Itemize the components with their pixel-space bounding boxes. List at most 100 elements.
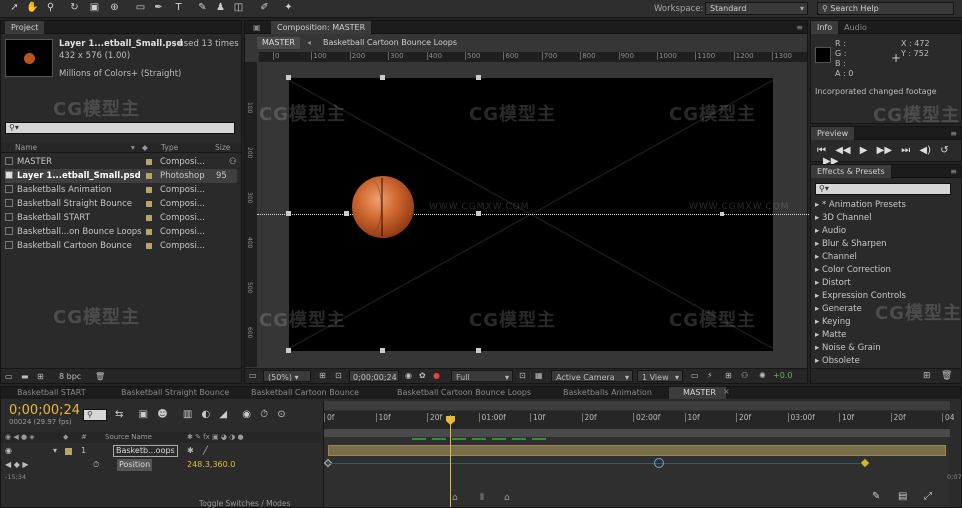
- column-name[interactable]: Name: [15, 142, 37, 153]
- frame-blending-icon[interactable]: ▥: [183, 409, 192, 420]
- layer-name[interactable]: Basketb...oops: [113, 445, 178, 457]
- effect-category[interactable]: ▸ Blur & Sharpen: [815, 238, 887, 251]
- transparency-grid-icon[interactable]: ▦: [535, 369, 543, 382]
- effect-category[interactable]: ▸ Audio: [815, 225, 846, 238]
- puppet-pin-tool-icon[interactable]: ✦: [282, 1, 295, 14]
- fast-previews-icon[interactable]: ⚡: [707, 369, 713, 382]
- effect-category[interactable]: ▸ Generate: [815, 303, 862, 316]
- toggle-switches-modes[interactable]: Toggle Switches / Modes: [199, 499, 290, 508]
- position-keyframe-end[interactable]: [860, 458, 870, 468]
- layer-handle[interactable]: [380, 348, 385, 353]
- keyframe-navigator-icon[interactable]: ◀ ◆ ▶: [5, 459, 29, 471]
- breadcrumb-master[interactable]: MASTER: [257, 37, 300, 49]
- draft-3d-icon[interactable]: ▣: [139, 409, 148, 420]
- tab-preview[interactable]: Preview: [811, 127, 855, 140]
- exposure-icon[interactable]: ✺: [759, 369, 766, 382]
- comp-button-icon[interactable]: ▤: [898, 491, 907, 502]
- rotate-tool-icon[interactable]: ↻: [68, 1, 81, 14]
- stopwatch-icon[interactable]: ⏱: [93, 459, 99, 471]
- time-ruler[interactable]: 0f 10f 20f 01:00f 10f 20f 02:00f 10f 20f 03:00f 10…: [324, 411, 955, 429]
- effect-category[interactable]: ▸ Channel: [815, 251, 857, 264]
- panel-menu-icon[interactable]: ≡: [796, 21, 803, 34]
- previous-frame-icon[interactable]: ◀◀: [835, 145, 850, 156]
- tab-info[interactable]: Info: [811, 21, 839, 34]
- layer-handle[interactable]: [286, 348, 291, 353]
- stopwatch-icon[interactable]: ⏱: [260, 409, 268, 420]
- tab-master[interactable]: MASTER: [669, 387, 726, 399]
- mute-audio-icon[interactable]: ◀): [919, 145, 931, 156]
- hand-tool-icon[interactable]: ✋: [26, 1, 39, 14]
- selection-tool-icon[interactable]: ➚: [8, 1, 21, 14]
- live-update-icon[interactable]: ⊙: [277, 409, 285, 420]
- magnification-select[interactable]: (50%) ▾: [263, 370, 311, 382]
- list-item[interactable]: Basketballs Animation Composi...: [5, 183, 237, 197]
- expand-arrow-icon[interactable]: ▾: [53, 445, 57, 457]
- tab-basketball-straight-bounce[interactable]: Basketball Straight Bounce: [107, 387, 229, 399]
- zoom-tool-icon[interactable]: ⚲: [44, 1, 57, 14]
- last-frame-icon[interactable]: ⏭: [901, 145, 910, 156]
- keyframe-point[interactable]: [720, 212, 724, 216]
- first-frame-icon[interactable]: ⏮: [817, 145, 826, 156]
- zoom-slider-icon[interactable]: ⦀: [480, 493, 484, 503]
- effect-category[interactable]: ▸ Noise & Grain: [815, 342, 881, 355]
- region-of-interest-icon[interactable]: ⊡: [519, 369, 526, 382]
- interpret-footage-icon[interactable]: ▭: [5, 369, 13, 384]
- tab-basketball-start[interactable]: Basketball START: [3, 387, 86, 399]
- tab-audio[interactable]: Audio: [838, 21, 873, 34]
- work-area-bar[interactable]: [324, 429, 950, 437]
- always-preview-icon[interactable]: ▭: [249, 369, 257, 382]
- layer-handle[interactable]: [476, 348, 481, 353]
- list-item[interactable]: Basketball...on Bounce Loops Composi...: [5, 225, 237, 239]
- quality-icon[interactable]: ╱: [203, 445, 208, 457]
- roto-brush-tool-icon[interactable]: ✐: [258, 1, 271, 14]
- layer-duration-bar[interactable]: [328, 445, 946, 456]
- composition-viewer[interactable]: CG模型主 CG模型主 CG模型主 CG模型主 CG模型主 CG模型主 WWW.…: [257, 75, 817, 353]
- layer-handle[interactable]: [286, 211, 291, 216]
- list-item[interactable]: Basketball START Composi...: [5, 211, 237, 225]
- flowchart-icon[interactable]: ⚇: [741, 369, 748, 382]
- trash-icon[interactable]: 🗑: [95, 369, 105, 384]
- hide-shy-layers-icon[interactable]: ☻: [157, 409, 167, 420]
- safe-zones-icon[interactable]: ⊞: [319, 369, 326, 382]
- play-icon[interactable]: ▶: [860, 145, 868, 156]
- motion-blur-icon[interactable]: ◐: [201, 409, 210, 420]
- current-time-display[interactable]: 0;00;00;24: [349, 370, 399, 382]
- view-layout-select[interactable]: 1 View ▾: [637, 370, 683, 382]
- effect-category[interactable]: ▸ 3D Channel: [815, 212, 872, 225]
- expand-icon[interactable]: ⤢: [924, 491, 932, 502]
- effect-category[interactable]: ▸ Distort: [815, 277, 851, 290]
- list-item-selected[interactable]: Layer 1...etball_Small.psd Photoshop 95: [5, 169, 237, 183]
- property-row[interactable]: ◀ ◆ ▶ ⏱ Position 248.3,360.0: [1, 459, 321, 471]
- brainstorm-icon[interactable]: ◉: [242, 409, 251, 420]
- new-preset-icon[interactable]: ⊞: [923, 369, 931, 384]
- tab-basketball-cartoon-bounce-loops[interactable]: Basketball Cartoon Bounce Loops: [383, 387, 531, 399]
- effect-category[interactable]: ▸ Matte: [815, 329, 846, 342]
- keyframe-indicator-icon[interactable]: [654, 458, 664, 468]
- column-size[interactable]: Size: [215, 142, 230, 153]
- next-frame-icon[interactable]: ▶▶: [877, 145, 892, 156]
- visibility-icon[interactable]: ◉: [5, 445, 12, 457]
- layer-handle[interactable]: [380, 75, 385, 80]
- collapse-transform-icon[interactable]: ✱: [187, 445, 194, 457]
- snapshot-icon[interactable]: ◉: [405, 369, 412, 382]
- graph-editor-icon[interactable]: ◢: [219, 409, 227, 420]
- bit-depth-button[interactable]: 8 bpc: [59, 369, 81, 384]
- source-name-header[interactable]: Source Name: [105, 432, 152, 443]
- lock-icon[interactable]: ▣: [253, 21, 261, 34]
- anchor-point-handle[interactable]: [344, 211, 349, 216]
- list-item[interactable]: Basketball Straight Bounce Composi...: [5, 197, 237, 211]
- tab-basketball-cartoon-bounce[interactable]: Basketball Cartoon Bounce: [237, 387, 359, 399]
- time-graph[interactable]: 0f 10f 20f 01:00f 10f 20f 02:00f 10f 20f 03:00f 10…: [323, 401, 955, 507]
- panel-menu-icon[interactable]: ≡: [950, 165, 957, 178]
- tab-project[interactable]: Project: [5, 21, 45, 34]
- clone-stamp-tool-icon[interactable]: ♟: [214, 1, 227, 14]
- tab-basketballs-animation[interactable]: Basketballs Animation: [549, 387, 652, 399]
- timeline-search-input[interactable]: ⚲: [83, 409, 107, 421]
- pan-behind-tool-icon[interactable]: ⊕: [108, 1, 121, 14]
- effect-category[interactable]: ▸ * Animation Presets: [815, 199, 906, 212]
- camera-view-select[interactable]: Active Camera ▾: [551, 370, 633, 382]
- breadcrumb-child[interactable]: Basketball Cartoon Bounce Loops: [323, 36, 457, 50]
- show-snapshot-icon[interactable]: ✿: [419, 369, 426, 382]
- tab-effects-presets[interactable]: Effects & Presets: [811, 165, 891, 178]
- list-item[interactable]: Basketball Cartoon Bounce Composi...: [5, 239, 237, 253]
